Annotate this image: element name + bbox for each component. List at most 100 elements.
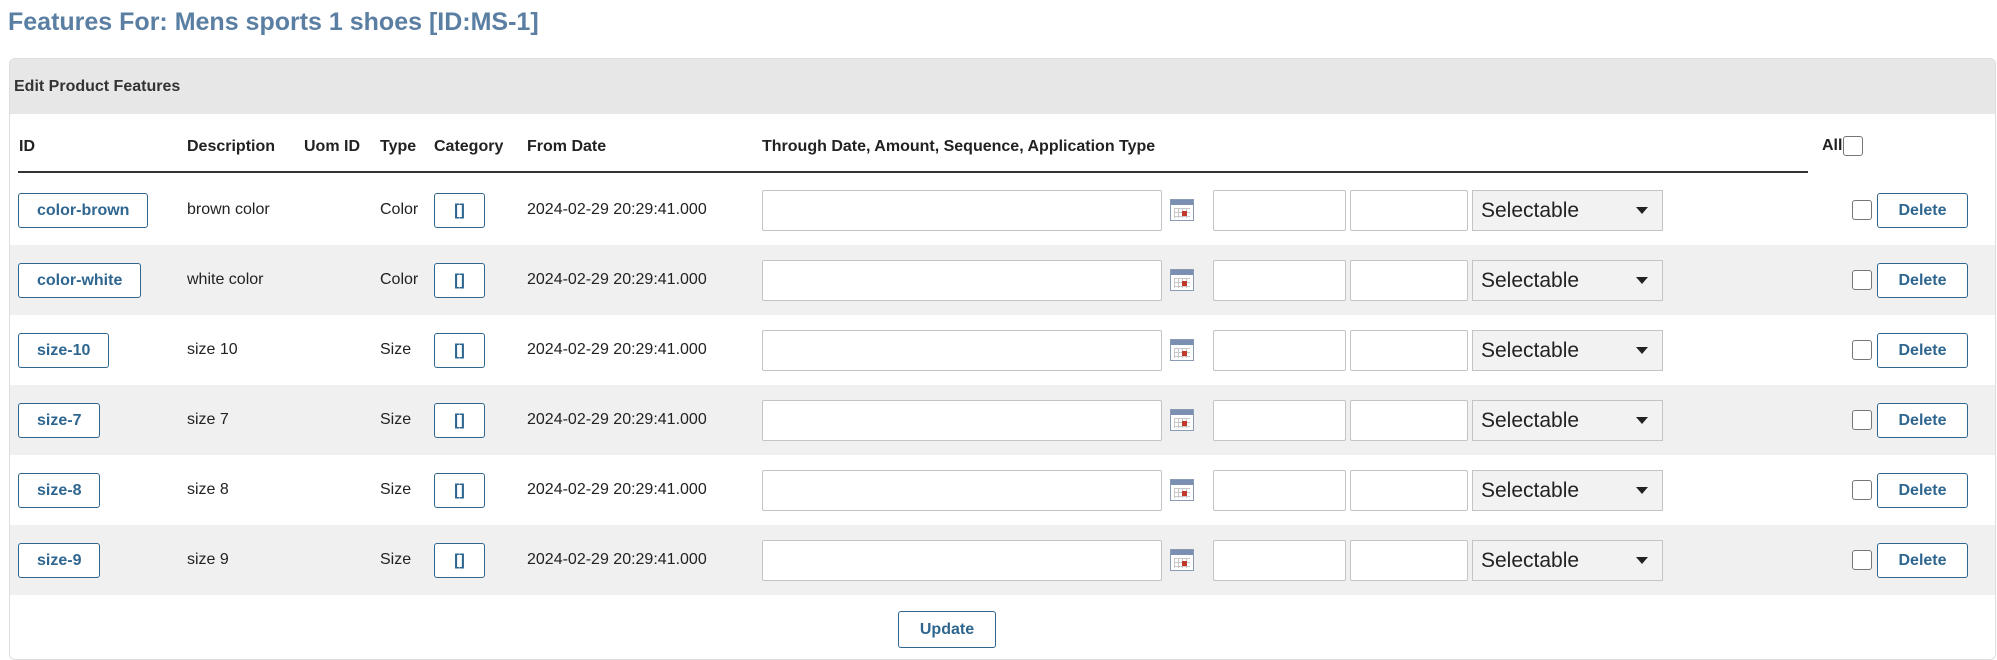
header-divider <box>18 171 1808 173</box>
select-all-label: All <box>1822 137 1843 154</box>
application-type-value: Selectable <box>1481 478 1580 502</box>
calendar-icon[interactable] <box>1170 479 1194 501</box>
sequence-input[interactable] <box>1350 330 1468 371</box>
application-type-select[interactable]: Selectable <box>1472 190 1663 231</box>
table-row: size-10 size 10 Size [] 2024-02-29 20:29… <box>10 315 1995 385</box>
feature-id-button[interactable]: size-10 <box>18 333 110 368</box>
sequence-input[interactable] <box>1350 190 1468 231</box>
feature-description: white color <box>187 271 264 288</box>
table-row: color-brown brown color Color [] 2024-02… <box>10 175 1995 245</box>
update-button[interactable]: Update <box>898 611 996 648</box>
feature-id-button[interactable]: color-white <box>18 263 142 298</box>
calendar-icon[interactable] <box>1170 549 1194 571</box>
row-select-checkbox[interactable] <box>1852 550 1872 570</box>
amount-input[interactable] <box>1213 470 1346 511</box>
application-type-value: Selectable <box>1481 548 1580 572</box>
feature-id-button[interactable]: size-8 <box>18 473 101 508</box>
feature-from-date: 2024-02-29 20:29:41.000 <box>527 201 707 218</box>
panel-title: Edit Product Features <box>10 59 1995 114</box>
application-type-value: Selectable <box>1481 408 1580 432</box>
delete-button[interactable]: Delete <box>1877 193 1968 228</box>
feature-type: Color <box>380 201 419 218</box>
table-row: size-7 size 7 Size [] 2024-02-29 20:29:4… <box>10 385 1995 455</box>
category-button[interactable]: [] <box>434 403 485 438</box>
calendar-icon[interactable] <box>1170 339 1194 361</box>
application-type-value: Selectable <box>1481 198 1580 222</box>
chevron-down-icon <box>1636 207 1648 214</box>
feature-id-button[interactable]: size-7 <box>18 403 101 438</box>
category-button[interactable]: [] <box>434 473 485 508</box>
amount-input[interactable] <box>1213 260 1346 301</box>
through-date-input[interactable] <box>762 470 1162 511</box>
row-select-checkbox[interactable] <box>1852 410 1872 430</box>
feature-from-date: 2024-02-29 20:29:41.000 <box>527 481 707 498</box>
category-button[interactable]: [] <box>434 333 485 368</box>
amount-input[interactable] <box>1213 400 1346 441</box>
feature-type: Size <box>380 551 412 568</box>
calendar-icon[interactable] <box>1170 409 1194 431</box>
feature-type: Size <box>380 341 412 358</box>
through-date-input[interactable] <box>762 260 1162 301</box>
feature-type: Size <box>380 481 412 498</box>
feature-id-button[interactable]: size-9 <box>18 543 101 578</box>
feature-type: Size <box>380 411 412 428</box>
application-type-select[interactable]: Selectable <box>1472 400 1663 441</box>
delete-button[interactable]: Delete <box>1877 333 1968 368</box>
through-date-input[interactable] <box>762 400 1162 441</box>
table-row: color-white white color Color [] 2024-02… <box>10 245 1995 315</box>
feature-from-date: 2024-02-29 20:29:41.000 <box>527 341 707 358</box>
sequence-input[interactable] <box>1350 260 1468 301</box>
sequence-input[interactable] <box>1350 400 1468 441</box>
delete-button[interactable]: Delete <box>1877 403 1968 438</box>
category-button[interactable]: [] <box>434 543 485 578</box>
feature-description: size 9 <box>187 551 229 568</box>
application-type-select[interactable]: Selectable <box>1472 260 1663 301</box>
chevron-down-icon <box>1636 277 1648 284</box>
calendar-icon[interactable] <box>1170 199 1194 221</box>
through-date-input[interactable] <box>762 540 1162 581</box>
feature-id-button[interactable]: color-brown <box>18 193 149 228</box>
application-type-select[interactable]: Selectable <box>1472 540 1663 581</box>
column-header-through: Through Date, Amount, Sequence, Applicat… <box>762 138 1156 155</box>
row-select-checkbox[interactable] <box>1852 270 1872 290</box>
application-type-select[interactable]: Selectable <box>1472 330 1663 371</box>
chevron-down-icon <box>1636 487 1648 494</box>
delete-button[interactable]: Delete <box>1877 473 1968 508</box>
column-header-uom-id: Uom ID <box>304 138 360 155</box>
column-header-id: ID <box>19 138 35 155</box>
edit-features-panel: Edit Product Features ID Description Uom… <box>9 58 1996 660</box>
application-type-value: Selectable <box>1481 268 1580 292</box>
column-header-type: Type <box>380 138 417 155</box>
feature-from-date: 2024-02-29 20:29:41.000 <box>527 551 707 568</box>
chevron-down-icon <box>1636 557 1648 564</box>
sequence-input[interactable] <box>1350 540 1468 581</box>
feature-description: size 10 <box>187 341 238 358</box>
select-all: All <box>1822 136 1864 156</box>
category-button[interactable]: [] <box>434 193 485 228</box>
feature-from-date: 2024-02-29 20:29:41.000 <box>527 411 707 428</box>
application-type-select[interactable]: Selectable <box>1472 470 1663 511</box>
delete-button[interactable]: Delete <box>1877 263 1968 298</box>
sequence-input[interactable] <box>1350 470 1468 511</box>
feature-description: brown color <box>187 201 270 218</box>
through-date-input[interactable] <box>762 330 1162 371</box>
through-date-input[interactable] <box>762 190 1162 231</box>
amount-input[interactable] <box>1213 330 1346 371</box>
column-header-description: Description <box>187 138 276 155</box>
row-select-checkbox[interactable] <box>1852 340 1872 360</box>
chevron-down-icon <box>1636 417 1648 424</box>
category-button[interactable]: [] <box>434 263 485 298</box>
table-row: size-9 size 9 Size [] 2024-02-29 20:29:4… <box>10 525 1995 595</box>
row-select-checkbox[interactable] <box>1852 200 1872 220</box>
delete-button[interactable]: Delete <box>1877 543 1968 578</box>
calendar-icon[interactable] <box>1170 269 1194 291</box>
amount-input[interactable] <box>1213 190 1346 231</box>
row-select-checkbox[interactable] <box>1852 480 1872 500</box>
feature-from-date: 2024-02-29 20:29:41.000 <box>527 271 707 288</box>
amount-input[interactable] <box>1213 540 1346 581</box>
column-header-from-date: From Date <box>527 138 607 155</box>
chevron-down-icon <box>1636 347 1648 354</box>
page-title: Features For: Mens sports 1 shoes [ID:MS… <box>8 8 539 36</box>
select-all-checkbox[interactable] <box>1843 136 1864 156</box>
column-header-category: Category <box>434 138 504 155</box>
